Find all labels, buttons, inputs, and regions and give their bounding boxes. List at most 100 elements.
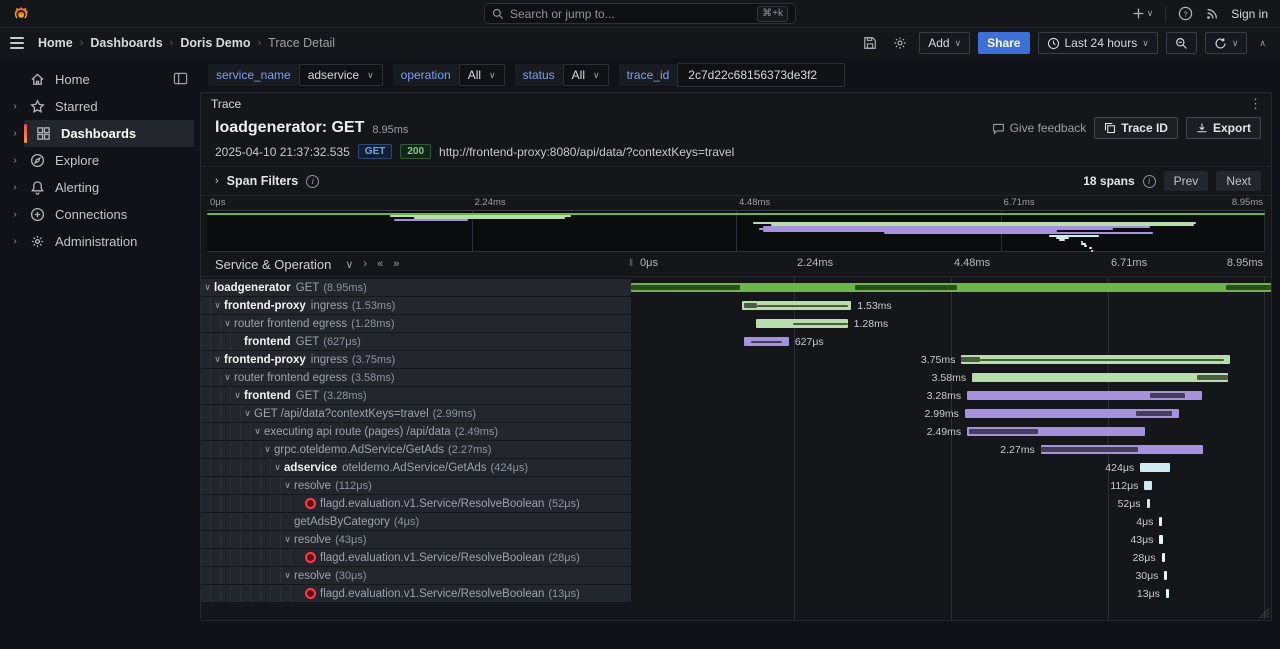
span-bar[interactable] [1144,481,1152,490]
sidebar-item-connections[interactable]: ›Connections [6,201,194,228]
new-menu-button[interactable]: ∨ [1132,7,1154,20]
sidebar-expand-icon[interactable]: › [6,101,24,112]
sidebar-expand-icon[interactable]: › [6,236,24,247]
span-row[interactable]: ∨frontend-proxyingress(3.75ms)3.75ms [201,351,1271,369]
span-collapse-icon[interactable]: ∨ [251,426,264,437]
span-collapse-icon[interactable]: ∨ [201,282,214,293]
span-name-cell[interactable]: flagd.evaluation.v1.Service/ResolveBoole… [201,495,631,513]
sidebar-item-dashboards[interactable]: ›Dashboards [6,120,194,147]
sidebar-expand-icon[interactable]: › [6,128,24,139]
export-button[interactable]: Export [1186,117,1261,139]
span-bar[interactable] [965,409,1179,418]
trace-id-button[interactable]: Trace ID [1094,117,1178,139]
span-name-cell[interactable]: ∨router frontend egress(1.28ms) [201,315,631,333]
span-collapse-icon[interactable]: ∨ [221,372,234,383]
span-bar[interactable] [972,373,1228,382]
span-bar[interactable] [1159,517,1162,526]
span-bar[interactable] [1166,589,1169,598]
span-collapse-icon[interactable]: ∨ [261,444,274,455]
breadcrumb-item[interactable]: Dashboards [90,36,162,50]
span-filters-expand-icon[interactable]: › [215,175,219,187]
span-name-cell[interactable]: ∨resolve(112μs) [201,477,631,495]
refresh-button[interactable]: ∨ [1205,32,1248,54]
span-row[interactable]: ∨GET /api/data?contextKeys=travel(2.99ms… [201,405,1271,423]
expand-one-icon[interactable]: › [363,258,367,271]
collapse-toolbar-button[interactable]: ∧ [1255,32,1270,54]
span-bar[interactable] [742,301,851,310]
dashboard-settings-button[interactable] [889,32,911,54]
span-name-cell[interactable]: ∨loadgeneratorGET(8.95ms) [201,279,631,297]
span-collapse-icon[interactable]: ∨ [281,570,294,581]
mega-menu-toggle[interactable] [10,37,24,49]
sidebar-expand-icon[interactable]: › [6,182,24,193]
span-row[interactable]: flagd.evaluation.v1.Service/ResolveBoole… [201,585,1271,603]
span-name-cell[interactable]: ∨frontendGET(3.28ms) [201,387,631,405]
span-name-cell[interactable]: frontendGET(627μs) [201,333,631,351]
grafana-logo-icon[interactable] [12,5,30,23]
next-span-button[interactable]: Next [1216,171,1261,191]
span-bar[interactable] [1159,535,1162,544]
span-row[interactable]: ∨frontendGET(3.28ms)3.28ms [201,387,1271,405]
sidebar-item-starred[interactable]: ›Starred [6,93,194,120]
span-row[interactable]: ∨executing api route (pages) /api/data(2… [201,423,1271,441]
span-row[interactable]: frontendGET(627μs)627μs [201,333,1271,351]
span-collapse-icon[interactable]: ∨ [271,462,284,473]
column-resize-handle[interactable]: ‖ [629,258,633,269]
panel-menu-icon[interactable]: ⋮ [1249,96,1263,112]
span-bar[interactable] [1162,553,1165,562]
span-name-cell[interactable]: ∨adserviceoteldemo.AdService/GetAds(424μ… [201,459,631,477]
span-name-cell[interactable]: ∨frontend-proxyingress(1.53ms) [201,297,631,315]
span-row[interactable]: ∨resolve(30μs)30μs [201,567,1271,585]
filter-value-dropdown[interactable]: All∨ [563,64,609,86]
span-name-cell[interactable]: ∨frontend-proxyingress(3.75ms) [201,351,631,369]
minimap-canvas[interactable] [207,210,1265,252]
collapse-all-icon[interactable]: « [377,258,383,271]
span-row[interactable]: ∨resolve(112μs)112μs [201,477,1271,495]
span-collapse-icon[interactable]: ∨ [281,480,294,491]
span-name-cell[interactable]: ∨executing api route (pages) /api/data(2… [201,423,631,441]
span-row[interactable]: flagd.evaluation.v1.Service/ResolveBoole… [201,549,1271,567]
span-name-cell[interactable]: flagd.evaluation.v1.Service/ResolveBoole… [201,585,631,603]
span-row[interactable]: ∨loadgeneratorGET(8.95ms) [201,279,1271,297]
span-name-cell[interactable]: ∨GET /api/data?contextKeys=travel(2.99ms… [201,405,631,423]
span-row[interactable]: ∨frontend-proxyingress(1.53ms)1.53ms [201,297,1271,315]
sidebar-item-explore[interactable]: ›Explore [6,147,194,174]
span-name-cell[interactable]: ∨resolve(30μs) [201,567,631,585]
panel-resize-grip[interactable] [1259,608,1269,618]
span-bar[interactable] [1147,499,1151,508]
span-name-cell[interactable]: getAdsByCategory(4μs) [201,513,631,531]
news-rss-button[interactable] [1205,7,1219,21]
sidebar-item-administration[interactable]: ›Administration [6,228,194,255]
span-row[interactable]: ∨router frontend egress(3.58ms)3.58ms [201,369,1271,387]
span-row[interactable]: ∨grpc.oteldemo.AdService/GetAds(2.27ms)2… [201,441,1271,459]
span-row[interactable]: getAdsByCategory(4μs)4μs [201,513,1271,531]
span-row[interactable]: ∨router frontend egress(1.28ms)1.28ms [201,315,1271,333]
span-collapse-icon[interactable]: ∨ [211,300,224,311]
breadcrumb-item[interactable]: Doris Demo [180,36,250,50]
span-bar[interactable] [1041,445,1203,454]
prev-span-button[interactable]: Prev [1164,171,1209,191]
expand-all-icon[interactable]: » [393,258,399,271]
span-collapse-icon[interactable]: ∨ [211,354,224,365]
span-row[interactable]: flagd.evaluation.v1.Service/ResolveBoole… [201,495,1271,513]
span-bar[interactable] [967,427,1145,436]
span-name-cell[interactable]: ∨resolve(43μs) [201,531,631,549]
span-bar[interactable] [1140,463,1170,472]
filter-value-dropdown[interactable]: adservice∨ [299,64,383,86]
span-name-cell[interactable]: flagd.evaluation.v1.Service/ResolveBoole… [201,549,631,567]
breadcrumb-item[interactable]: Trace Detail [268,36,335,50]
span-name-cell[interactable]: ∨grpc.oteldemo.AdService/GetAds(2.27ms) [201,441,631,459]
filter-value-input[interactable] [686,67,836,83]
search-input[interactable]: Search or jump to... ⌘+k [484,3,796,24]
time-range-picker[interactable]: Last 24 hours∨ [1038,32,1158,54]
sidebar-expand-icon[interactable]: › [6,209,24,220]
span-bar[interactable] [744,337,789,346]
filter-value-dropdown[interactable]: All∨ [459,64,505,86]
breadcrumb-item[interactable]: Home [38,36,73,50]
sidebar-item-alerting[interactable]: ›Alerting [6,174,194,201]
sidebar-item-home[interactable]: Home [6,66,194,93]
collapse-one-icon[interactable]: ∨ [345,258,353,271]
span-row[interactable]: ∨adserviceoteldemo.AdService/GetAds(424μ… [201,459,1271,477]
add-panel-button[interactable]: Add∨ [919,32,970,54]
span-bar[interactable] [967,391,1202,400]
